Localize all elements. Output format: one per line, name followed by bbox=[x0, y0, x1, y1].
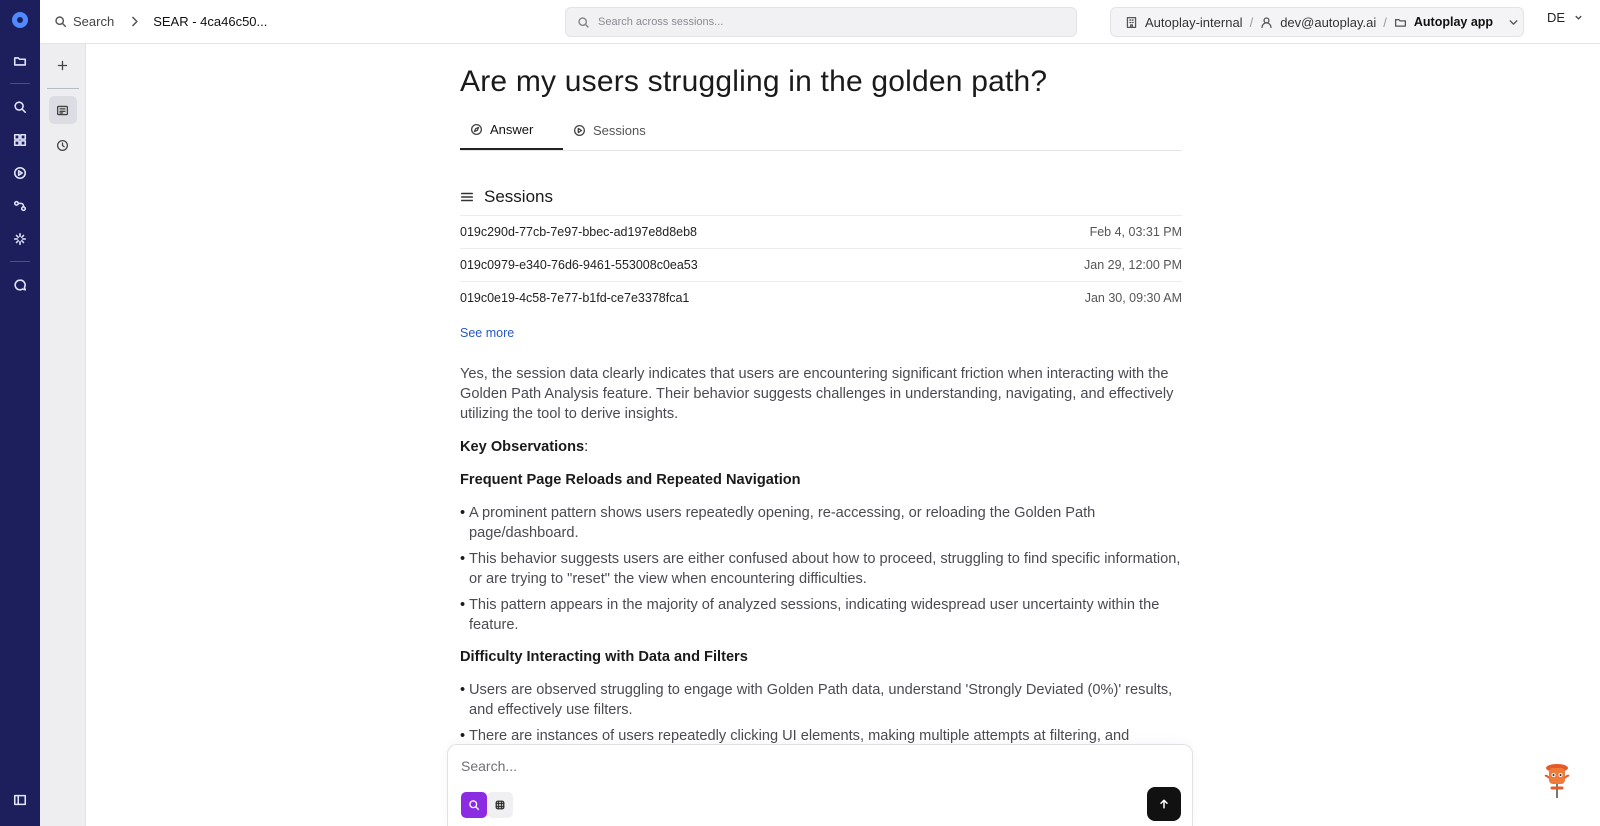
search-icon bbox=[469, 800, 480, 811]
app-name: Autoplay app bbox=[1413, 15, 1494, 29]
list-item: Users are observed struggling to engage … bbox=[460, 680, 1182, 720]
search-icon bbox=[578, 16, 589, 28]
tab-label: Sessions bbox=[593, 123, 646, 138]
page-title: Are my users struggling in the golden pa… bbox=[460, 65, 1048, 98]
send-button[interactable] bbox=[1147, 787, 1181, 821]
list-item: This pattern appears in the majority of … bbox=[460, 595, 1182, 635]
session-id: 019c0979-e340-76d6-9461-553008c0ea53 bbox=[460, 258, 698, 272]
answer-body: Yes, the session data clearly indicates … bbox=[460, 364, 1182, 758]
sessions-list: 019c290d-77cb-7e97-bbec-ad197e8d8eb8 Feb… bbox=[460, 215, 1182, 314]
session-id: 019c290d-77cb-7e97-bbec-ad197e8d8eb8 bbox=[460, 225, 698, 239]
org-name: Autoplay-internal bbox=[1145, 14, 1243, 30]
sessions-heading: Sessions bbox=[460, 187, 553, 207]
top-bar: Search SEAR - 4ca46c50... Autoplay-inter… bbox=[40, 0, 1600, 44]
user-selector[interactable]: dev@autoplay.ai bbox=[1260, 15, 1376, 30]
search-mode-button[interactable] bbox=[461, 792, 487, 818]
breadcrumb-current: SEAR - 4ca46c50... bbox=[153, 14, 268, 29]
tab-label: Answer bbox=[490, 122, 534, 137]
bullet-list: Users are observed struggling to engage … bbox=[460, 680, 1182, 746]
user-email: dev@autoplay.ai bbox=[1280, 14, 1377, 30]
play-circle-icon[interactable] bbox=[0, 156, 40, 189]
brain-icon bbox=[495, 800, 505, 810]
dashboard-icon[interactable] bbox=[0, 123, 40, 156]
breadcrumb-search-label: Search bbox=[73, 14, 115, 29]
context-switcher[interactable]: Autoplay-internal / dev@autoplay.ai / Au… bbox=[1110, 7, 1524, 37]
app-selector[interactable]: Autoplay app bbox=[1394, 15, 1493, 29]
session-id: 019c0e19-4c58-7e77-b1fd-ce7e3378fca1 bbox=[460, 291, 690, 305]
list-item[interactable]: 019c0979-e340-76d6-9461-553008c0ea53 Jan… bbox=[460, 248, 1182, 281]
chat-search-input[interactable] bbox=[461, 758, 1161, 774]
session-time: Feb 4, 03:31 PM bbox=[1089, 225, 1182, 239]
new-chat-button[interactable] bbox=[49, 51, 77, 79]
list-item: A prominent pattern shows users repeated… bbox=[460, 503, 1182, 543]
breadcrumb-search[interactable]: Search bbox=[54, 14, 114, 29]
tab-answer[interactable]: Answer bbox=[460, 111, 563, 150]
compass-icon bbox=[470, 123, 483, 136]
global-search[interactable] bbox=[565, 7, 1077, 37]
key-observations-colon: : bbox=[584, 439, 589, 455]
clock-icon bbox=[56, 139, 69, 151]
rail-divider bbox=[46, 88, 79, 89]
left-rail bbox=[0, 0, 40, 826]
logo-icon[interactable] bbox=[12, 12, 28, 28]
list-item[interactable]: 019c0e19-4c58-7e77-b1fd-ce7e3378fca1 Jan… bbox=[460, 281, 1182, 314]
chevron-right-icon bbox=[132, 16, 138, 27]
global-search-input[interactable] bbox=[598, 16, 1068, 28]
history-button[interactable] bbox=[49, 131, 77, 159]
list-item: This behavior suggests users are either … bbox=[460, 549, 1182, 589]
list-item: There are instances of users repeatedly … bbox=[460, 726, 1182, 746]
plus-icon bbox=[57, 60, 68, 70]
avatar[interactable]: DE bbox=[1547, 10, 1584, 25]
agent-mode-button[interactable] bbox=[487, 792, 513, 818]
bullet-list: A prominent pattern shows users repeated… bbox=[460, 503, 1182, 635]
flow-icon[interactable] bbox=[0, 189, 40, 222]
key-observations-heading: Key Observations: bbox=[460, 437, 1182, 457]
tab-sessions[interactable]: Sessions bbox=[563, 111, 656, 150]
sparkle-icon[interactable] bbox=[0, 222, 40, 255]
chat-input-box bbox=[447, 744, 1193, 826]
search-icon[interactable] bbox=[0, 90, 40, 123]
play-circle-icon bbox=[573, 124, 586, 137]
key-observations-label: Key Observations bbox=[460, 439, 585, 455]
chevron-down-icon[interactable] bbox=[1507, 16, 1520, 29]
sessions-heading-label: Sessions bbox=[484, 187, 553, 206]
breadcrumb: Search SEAR - 4ca46c50... bbox=[54, 0, 267, 43]
session-time: Jan 29, 12:00 PM bbox=[1084, 258, 1182, 272]
folder-icon bbox=[1394, 18, 1406, 27]
arrow-up-icon bbox=[1160, 799, 1168, 809]
newspaper-icon bbox=[56, 105, 69, 115]
separator: / bbox=[1249, 14, 1254, 30]
menu-icon bbox=[460, 192, 474, 202]
avatar-initials: DE bbox=[1547, 10, 1566, 25]
user-icon bbox=[1261, 16, 1272, 28]
session-time: Jan 30, 09:30 AM bbox=[1084, 291, 1182, 305]
org-selector[interactable]: Autoplay-internal bbox=[1125, 15, 1243, 30]
separator: / bbox=[1383, 14, 1387, 30]
sidebar-toggle-icon[interactable] bbox=[0, 783, 40, 816]
section-heading: Difficulty Interacting with Data and Fil… bbox=[460, 649, 748, 665]
tab-bar: Answer Sessions bbox=[460, 111, 1182, 151]
search-icon bbox=[55, 16, 67, 28]
chevron-down-icon bbox=[1575, 15, 1582, 20]
main-panel: Are my users struggling in the golden pa… bbox=[86, 44, 1600, 826]
answer-intro: Yes, the session data clearly indicates … bbox=[460, 366, 1174, 422]
mascot-icon[interactable] bbox=[1540, 760, 1574, 802]
chat-history-button[interactable] bbox=[48, 96, 77, 124]
list-item[interactable]: 019c290d-77cb-7e97-bbec-ad197e8d8eb8 Feb… bbox=[460, 215, 1182, 248]
rail-divider bbox=[10, 83, 30, 84]
rail-divider bbox=[10, 261, 30, 262]
mode-toggle bbox=[461, 792, 513, 818]
building-icon bbox=[1126, 16, 1137, 28]
folder-icon[interactable] bbox=[0, 44, 40, 77]
chat-icon[interactable] bbox=[0, 268, 40, 301]
secondary-rail bbox=[40, 44, 86, 826]
see-more-link[interactable]: See more bbox=[460, 326, 514, 340]
section-heading: Frequent Page Reloads and Repeated Navig… bbox=[460, 472, 801, 488]
